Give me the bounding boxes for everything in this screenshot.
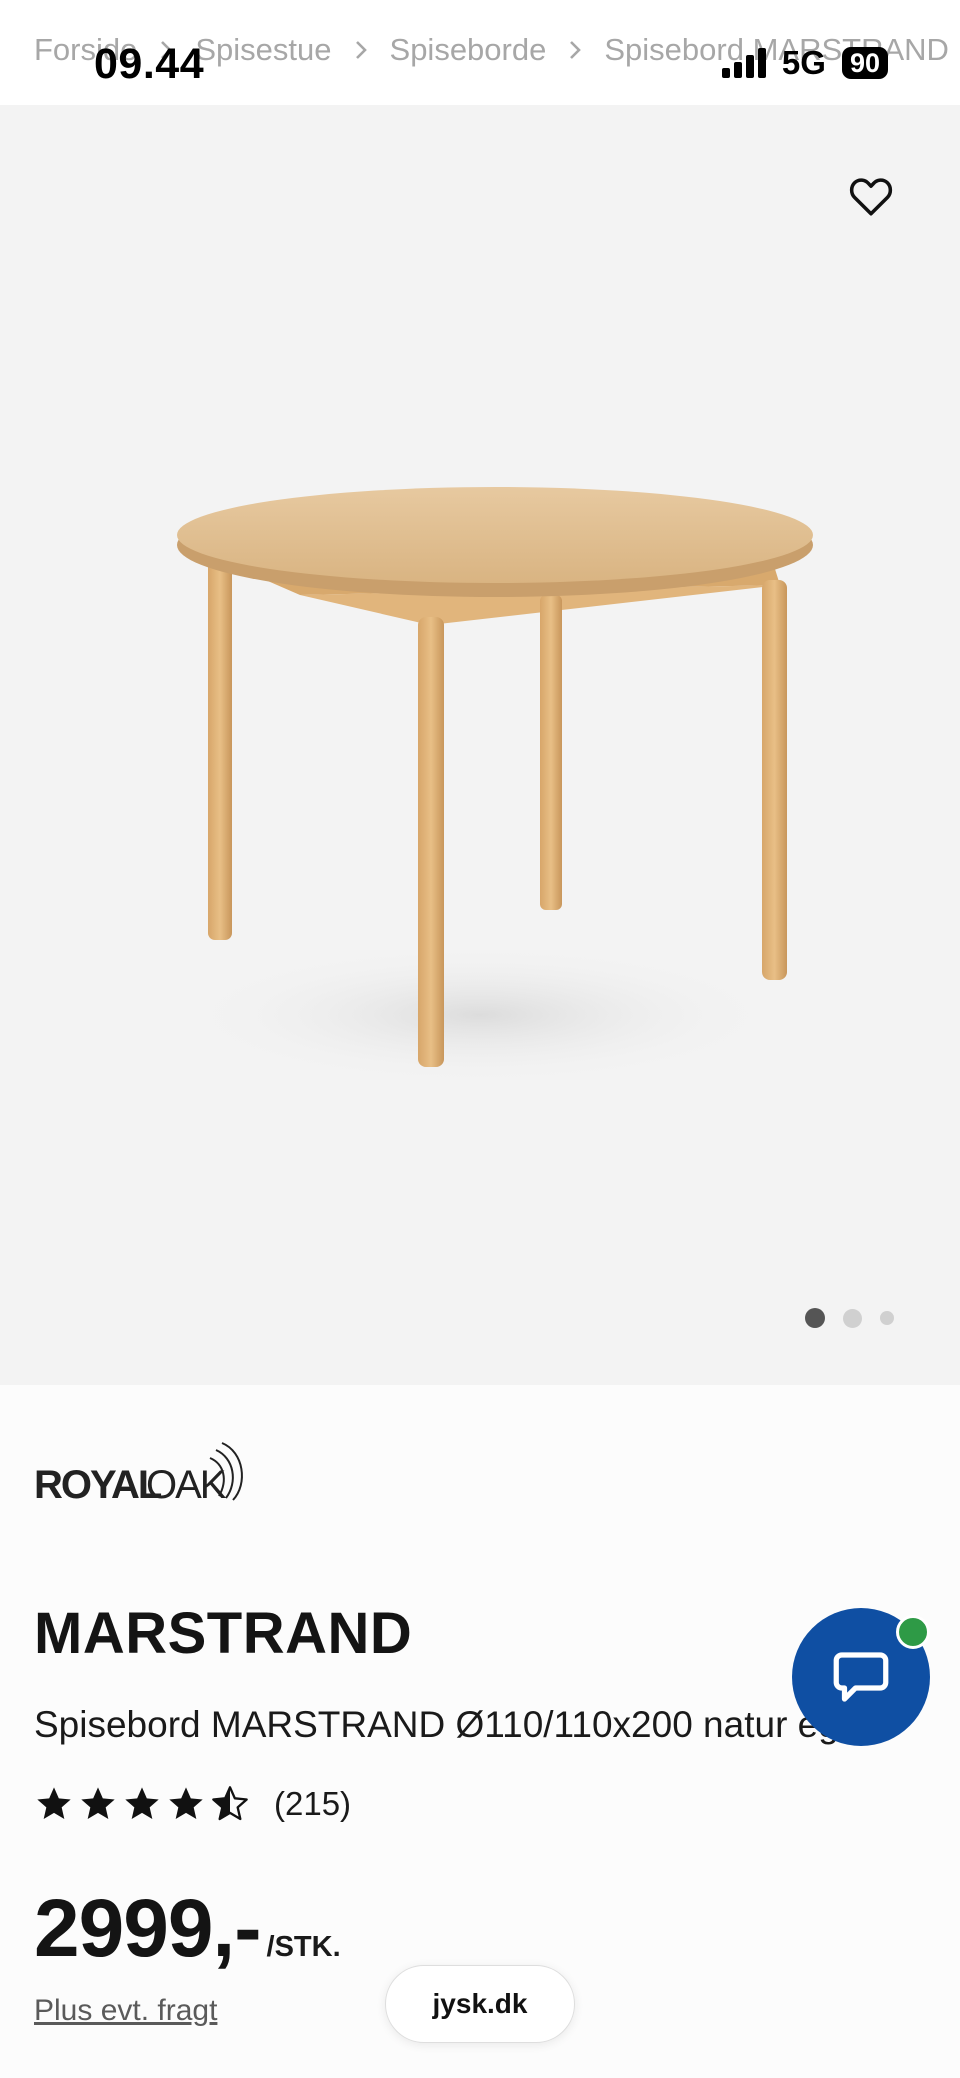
star-filled-icon — [37, 1787, 71, 1819]
gallery-dot-active[interactable] — [805, 1308, 825, 1328]
product-gallery[interactable] — [0, 105, 960, 1385]
battery-icon: 90 — [841, 47, 888, 79]
gallery-pagination[interactable] — [805, 1308, 894, 1328]
top-bar: Forside Spisestue Spiseborde Spisebord M… — [0, 0, 960, 105]
status-right: 5G 90 — [721, 44, 888, 82]
product-price: 2999,- /STK. — [34, 1882, 341, 1976]
product-rating[interactable]: (215) — [34, 1784, 351, 1824]
price-value: 2999,- — [34, 1883, 262, 1974]
network-type: 5G — [781, 44, 826, 81]
rating-stars — [34, 1784, 250, 1824]
product-subtitle: Spisebord MARSTRAND Ø110/110x200 natur e… — [34, 1704, 839, 1745]
gallery-dot[interactable] — [843, 1308, 862, 1328]
heart-outline-icon[interactable] — [846, 171, 896, 221]
star-filled-icon — [81, 1787, 115, 1819]
status-time: 09.44 — [94, 40, 205, 88]
svg-text:ROYAL: ROYAL — [34, 1463, 162, 1504]
chat-online-badge — [896, 1615, 930, 1649]
brand-logo[interactable]: ROYAL OAK — [34, 1440, 249, 1509]
star-filled-icon — [169, 1787, 203, 1819]
browser-url-pill[interactable]: jysk.dk — [385, 1965, 575, 2043]
product-image[interactable] — [150, 435, 830, 1155]
svg-text:OAK: OAK — [146, 1463, 227, 1504]
price-unit: /STK. — [266, 1931, 341, 1963]
status-bar: 09.44 5G 90 — [0, 0, 960, 105]
signal-bars-icon — [721, 48, 766, 78]
gallery-dot[interactable] — [880, 1311, 894, 1325]
star-filled-icon — [125, 1787, 159, 1819]
star-half-icon — [212, 1786, 248, 1821]
shipping-note-link[interactable]: Plus evt. fragt — [34, 1994, 217, 2028]
product-title: MARSTRAND — [34, 1601, 413, 1666]
chat-bubble-icon — [833, 1652, 889, 1702]
review-count[interactable]: (215) — [274, 1785, 351, 1823]
